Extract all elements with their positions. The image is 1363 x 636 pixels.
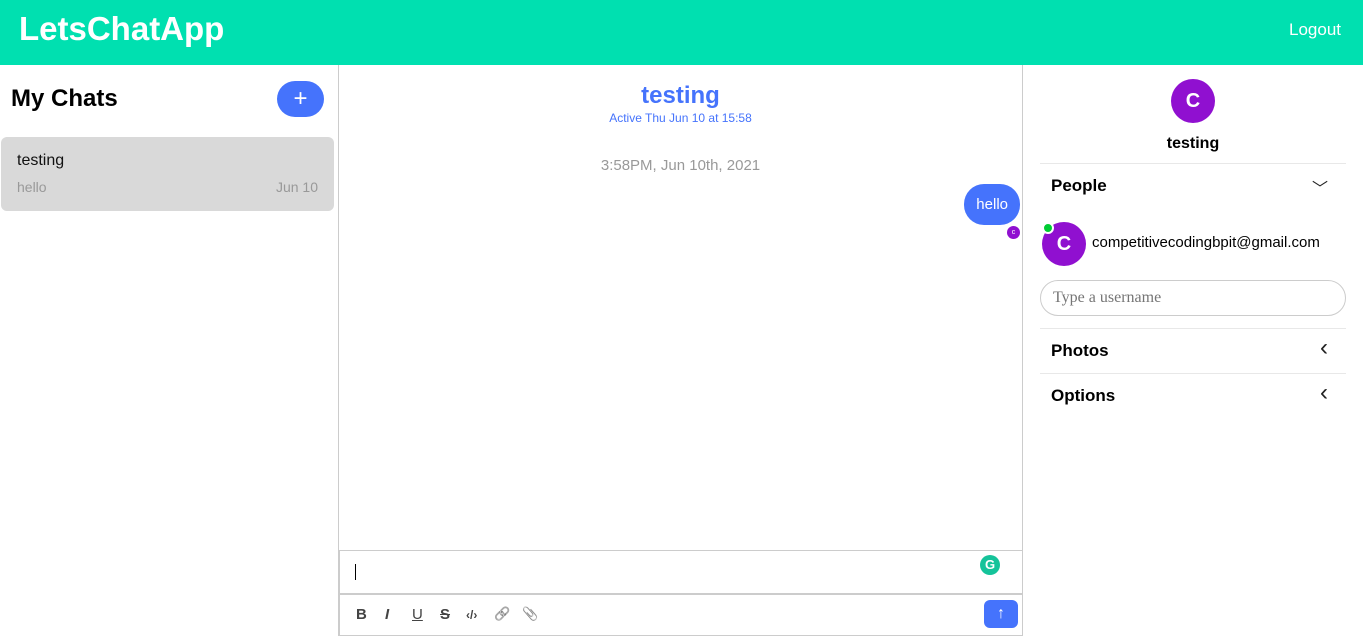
code-icon[interactable]: ‹/› <box>466 608 477 622</box>
italic-icon[interactable]: I <box>385 606 389 623</box>
chat-feed: testing Active Thu Jun 10 at 15:58 3:58P… <box>339 65 1023 636</box>
message-timestamp: 3:58PM, Jun 10th, 2021 <box>600 157 761 174</box>
chat-list-panel: My Chats + testing hello Jun 10 <box>0 65 339 636</box>
underline-icon[interactable]: U <box>412 606 423 623</box>
chats-heading: My Chats <box>11 85 118 112</box>
text-caret <box>355 564 356 580</box>
app-brand: LetsChatApp <box>19 10 225 47</box>
chat-subtitle: Active Thu Jun 10 at 15:58 <box>609 111 752 125</box>
photos-label: Photos <box>1051 341 1109 360</box>
photos-section-toggle[interactable]: Photos ‹ <box>1040 328 1346 373</box>
chevron-down-icon: ﹀ <box>1311 181 1328 198</box>
logout-button[interactable]: Logout <box>1289 20 1341 40</box>
grammarly-icon[interactable]: G <box>980 555 1000 575</box>
person-email: competitivecodingbpit@gmail.com <box>1092 234 1320 251</box>
bold-icon[interactable]: B <box>356 606 367 623</box>
top-bar: LetsChatApp Logout <box>0 0 1363 65</box>
message-input[interactable]: G <box>339 550 1022 594</box>
chat-title: testing <box>641 82 720 109</box>
send-button[interactable]: ↑ <box>984 600 1018 628</box>
chat-settings-panel: C testing People ﹀ C competitivecodingbp… <box>1023 65 1363 636</box>
link-icon[interactable]: 🔗 <box>494 606 510 622</box>
username-input[interactable] <box>1040 280 1346 316</box>
chat-avatar: C <box>1171 79 1215 123</box>
people-label: People <box>1051 176 1107 195</box>
message-bubble: hello <box>964 184 1020 225</box>
people-section-toggle[interactable]: People ﹀ <box>1040 163 1346 208</box>
attachment-icon[interactable]: 📎 <box>522 606 538 622</box>
options-label: Options <box>1051 386 1116 405</box>
chevron-left-icon: ‹ <box>1320 334 1328 361</box>
options-section-toggle[interactable]: Options ‹ <box>1040 373 1346 418</box>
formatting-toolbar: B I U S ‹/› 🔗 📎 ↑ <box>339 594 1022 636</box>
chevron-left-icon: ‹ <box>1320 379 1328 406</box>
chat-list-item[interactable]: testing hello Jun 10 <box>1 137 334 211</box>
chat-name: testing <box>1166 135 1220 152</box>
chat-date: Jun 10 <box>275 179 318 195</box>
online-indicator <box>1042 222 1054 234</box>
read-receipt-avatar: c <box>1007 226 1020 239</box>
strikethrough-icon[interactable]: S <box>440 606 450 623</box>
new-chat-button[interactable]: + <box>277 81 324 117</box>
chat-preview: hello <box>17 179 47 195</box>
chat-title: testing <box>17 152 65 169</box>
